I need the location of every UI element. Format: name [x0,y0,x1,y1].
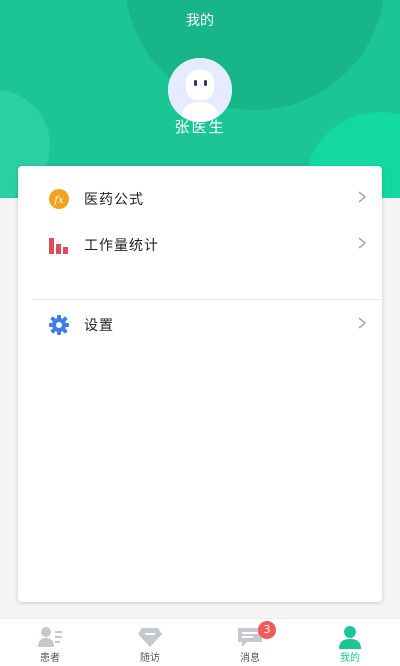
unread-badge: 3 [258,621,276,639]
user-name: 张医生 [174,118,226,136]
menu-card: fx 医药公式 工作量统计 设置 [18,166,382,602]
tab-label: 我的 [340,653,360,664]
gear-icon [49,315,69,335]
tab-label: 随访 [140,653,160,664]
divider [32,299,382,300]
avatar-icon [168,58,232,122]
chevron-right-icon [358,237,367,249]
tab-mine[interactable]: 我的 [300,619,400,666]
person-icon [339,626,361,649]
bar-chart-icon [49,238,68,254]
profile-page: 我的 张医生 fx 医药公式 工作量统计 设置 患者 随访 3 消息 我的 [0,0,400,666]
tab-label: 消息 [240,653,260,664]
tab-label: 患者 [40,653,60,664]
menu-item-label: 医药公式 [84,192,144,208]
formula-icon: fx [49,189,69,209]
page-title: 我的 [186,13,214,29]
bottom-tab-bar: 患者 随访 3 消息 我的 [0,618,400,666]
menu-item-medical-formula[interactable]: fx 医药公式 [18,176,382,220]
menu-item-label: 工作量统计 [84,238,159,254]
menu-item-settings[interactable]: 设置 [18,302,382,346]
diamond-icon [138,628,162,647]
menu-item-workload-stats[interactable]: 工作量统计 [18,222,382,266]
chevron-right-icon [358,317,367,329]
tab-patients[interactable]: 患者 [0,619,100,666]
svg-text:fx: fx [53,195,64,206]
menu-item-label: 设置 [84,318,114,334]
avatar[interactable] [168,58,232,122]
patient-card-icon [38,627,62,647]
tab-followup[interactable]: 随访 [100,619,200,666]
chevron-right-icon [358,191,367,203]
tab-messages[interactable]: 3 消息 [200,619,300,666]
